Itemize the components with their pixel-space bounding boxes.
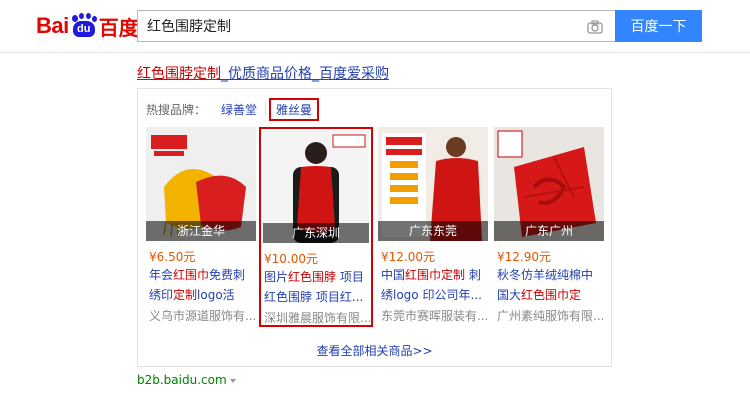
dropdown-arrow-icon[interactable] [229,378,236,383]
product-location: 广东东莞 [378,221,488,241]
product-card: 热搜品牌： 绿善堂 雅丝曼 浙江金华 ¥6.50元 年会红围巾免费刺绣印定制lo… [137,88,612,367]
brand-link-2[interactable]: 雅丝曼 [269,97,320,121]
baidu-logo[interactable]: Bai du 百度 [36,9,139,43]
product-image[interactable]: 广东深圳 [263,131,369,243]
product-list: 浙江金华 ¥6.50元 年会红围巾免费刺绣印定制logo活动... 义乌市源道服… [146,127,606,327]
source-domain: b2b.baidu.com [137,373,227,387]
product-shop: 东莞市赛晖服装有... [381,309,487,323]
source-url[interactable]: b2b.baidu.com [137,373,236,387]
view-all-products-link[interactable]: 查看全部相关商品>> [138,342,611,359]
result-title-rest: _优质商品价格_百度爱采购 [221,66,389,82]
product-shop: 深圳雅晨服饰有限... [264,311,370,325]
camera-icon[interactable] [587,19,603,34]
product-shop: 义乌市源道服饰有... [149,309,255,323]
product-shop: 广州素纯服饰有限... [497,309,603,323]
paw-icon: du [70,13,98,39]
product-item[interactable]: 广东东莞 ¥12.00元 中国红围巾定制 刺绣logo 印公司年... 东莞市赛… [378,127,492,327]
result-title-keyword: 红色围脖定制 [137,66,221,82]
hot-brands-label: 热搜品牌： [146,102,207,117]
product-image[interactable]: 广东广州 [494,127,604,241]
product-price: ¥12.90元 [497,250,551,264]
brand-separator [265,103,267,115]
product-item[interactable]: 浙江金华 ¥6.50元 年会红围巾免费刺绣印定制logo活动... 义乌市源道服… [146,127,260,327]
search-box [137,10,615,42]
hot-brands: 热搜品牌： 绿善堂 雅丝曼 [146,97,320,121]
product-price: ¥10.00元 [264,252,318,266]
header-divider [0,52,750,53]
product-item-selected[interactable]: 广东深圳 ¥10.00元 图片红色围脖 项目红色围脖 项目红... 深圳雅晨服饰… [259,127,373,327]
product-image[interactable]: 广东东莞 [378,127,488,241]
product-price: ¥6.50元 [149,250,196,264]
product-name-link[interactable]: 年会红围巾免费刺绣印定制logo活动... [149,265,255,305]
search-button[interactable]: 百度一下 [615,10,702,42]
product-name-link[interactable]: 秋冬仿羊绒纯棉中国大红色围巾定制... [497,265,603,305]
product-price: ¥12.00元 [381,250,435,264]
product-location: 浙江金华 [146,221,256,241]
product-name-link[interactable]: 中国红围巾定制 刺绣logo 印公司年... [381,265,487,305]
product-location: 广东深圳 [263,223,369,243]
product-name-link[interactable]: 图片红色围脖 项目红色围脖 项目红... [264,267,370,307]
search-input[interactable] [138,11,568,41]
result-title-link[interactable]: 红色围脖定制_优质商品价格_百度爱采购 [137,63,389,83]
logo-text-cn: 百度 [98,15,139,40]
brand-link-1[interactable]: 绿善堂 [216,99,262,120]
product-item[interactable]: 广东广州 ¥12.90元 秋冬仿羊绒纯棉中国大红色围巾定制... 广州素纯服饰有… [494,127,608,327]
logo-text-en: Bai [36,13,69,38]
product-location: 广东广州 [494,221,604,241]
logo-paw-text: du [72,21,95,37]
product-image[interactable]: 浙江金华 [146,127,256,241]
